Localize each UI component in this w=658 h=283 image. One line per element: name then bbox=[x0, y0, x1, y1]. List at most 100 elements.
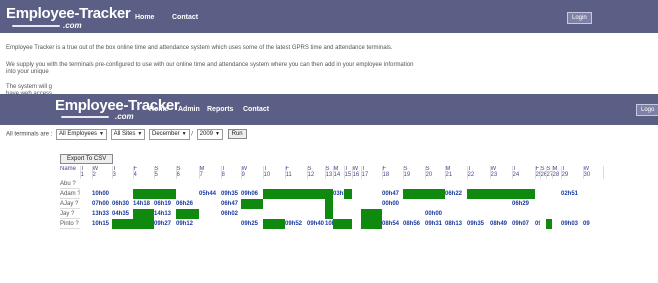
time-entry[interactable]: 05h44 bbox=[199, 189, 221, 199]
nav-contact[interactable]: Contact bbox=[243, 106, 269, 113]
run-button[interactable]: Run bbox=[227, 129, 247, 140]
time-entry[interactable]: 06h29 bbox=[512, 199, 535, 209]
nav-reports[interactable]: Reports bbox=[207, 106, 233, 113]
day-header: W 16 bbox=[352, 166, 362, 179]
day-cell bbox=[467, 199, 490, 209]
day-cell bbox=[199, 209, 221, 219]
time-entry[interactable]: 10h15 bbox=[92, 219, 112, 229]
sites-select[interactable]: All Sites ▼ bbox=[110, 129, 146, 140]
day-number: 11 bbox=[285, 172, 292, 178]
day-number: 5 bbox=[154, 172, 158, 178]
time-entry[interactable]: 00h00 bbox=[425, 209, 445, 219]
time-entry[interactable]: 09h31 bbox=[425, 219, 445, 229]
employee-name[interactable]: Abu ? bbox=[60, 179, 80, 189]
day-cell bbox=[490, 209, 512, 219]
time-entry[interactable]: 02h51 bbox=[561, 189, 583, 199]
day-cell bbox=[80, 219, 92, 229]
time-entry[interactable]: 00h00 bbox=[382, 199, 403, 209]
day-cell bbox=[512, 179, 535, 189]
background-nav-home[interactable]: Home bbox=[135, 14, 154, 21]
time-entry[interactable]: 10h01 bbox=[325, 219, 333, 229]
employee-name[interactable]: Pinto ? bbox=[60, 218, 80, 229]
day-header: W2 bbox=[92, 166, 113, 179]
logo-swoosh-icon bbox=[61, 116, 109, 118]
time-entry[interactable]: 14h13 bbox=[154, 209, 176, 219]
time-entry[interactable]: 09h35 bbox=[467, 219, 490, 229]
time-entry[interactable]: 09h07 bbox=[512, 219, 535, 229]
day-header: S6 bbox=[176, 166, 200, 179]
day-header: T 15 bbox=[344, 166, 353, 179]
day-cell bbox=[382, 179, 403, 189]
time-entry[interactable]: 07h00 bbox=[92, 199, 112, 209]
time-entry[interactable]: 08h49 bbox=[490, 219, 512, 229]
main-logo-suffix: .com bbox=[115, 112, 134, 121]
employee-name[interactable]: Adam ? bbox=[60, 188, 80, 199]
login-button[interactable]: Login bbox=[567, 12, 592, 24]
day-cell bbox=[285, 179, 307, 189]
nav-home[interactable]: Home bbox=[149, 106, 168, 113]
time-entry[interactable]: 09h35 bbox=[221, 189, 241, 199]
time-entry[interactable]: 09h25 bbox=[241, 219, 263, 229]
day-cell bbox=[199, 219, 221, 229]
time-entry[interactable]: 06h30 bbox=[112, 199, 133, 209]
time-entry[interactable]: 06h47 bbox=[221, 199, 241, 209]
employee-name[interactable]: Jay ? bbox=[60, 208, 80, 219]
calendar-header-row: Name T 1 W 2 T 3 F 4 S 5 S 6 M 7 T 8 W 9 T 10 F 11 S 12 S 13 M 14 T 1… bbox=[60, 166, 604, 179]
time-entry[interactable]: 09h27 bbox=[154, 219, 176, 229]
present-block bbox=[467, 188, 535, 199]
present-block bbox=[263, 188, 333, 199]
time-entry[interactable]: 09 bbox=[583, 219, 603, 229]
day-number: 26 bbox=[540, 172, 546, 178]
time-entry[interactable]: 06h02 bbox=[221, 209, 241, 219]
day-cell bbox=[154, 179, 176, 189]
time-entry[interactable]: 10h00 bbox=[92, 189, 133, 199]
time-entry[interactable]: 09h06 bbox=[241, 189, 263, 199]
time-entry[interactable]: 06h22 bbox=[445, 189, 467, 199]
time-entry[interactable]: 09h12 bbox=[176, 219, 199, 229]
time-entry[interactable]: 08h54 bbox=[382, 219, 403, 229]
chevron-down-icon: ▼ bbox=[99, 131, 104, 137]
day-cell bbox=[221, 179, 241, 189]
sites-select-value: All Sites bbox=[113, 131, 136, 137]
day-number: 18 bbox=[382, 172, 390, 178]
nav-admin[interactable]: Admin bbox=[178, 106, 200, 113]
month-select[interactable]: December ▼ bbox=[148, 129, 190, 140]
time-entry[interactable]: 06h19 bbox=[154, 199, 176, 209]
background-nav-contact[interactable]: Contact bbox=[172, 14, 198, 21]
day-number: 17 bbox=[361, 172, 369, 178]
employees-select[interactable]: All Employees ▼ bbox=[56, 129, 107, 140]
day-cell bbox=[92, 179, 112, 189]
day-cell bbox=[352, 209, 361, 219]
time-entry[interactable]: 04h35 bbox=[112, 209, 133, 219]
background-logo[interactable]: Employee-Tracker .com bbox=[6, 5, 131, 30]
day-cell bbox=[307, 209, 325, 219]
day-number: 3 bbox=[112, 172, 116, 178]
logout-button[interactable]: Logo bbox=[636, 104, 658, 116]
time-entry[interactable]: 03h30 bbox=[333, 189, 344, 199]
day-cell bbox=[263, 199, 285, 209]
time-entry[interactable]: 13h33 bbox=[92, 209, 112, 219]
day-cell bbox=[552, 189, 561, 199]
day-number: 10 bbox=[263, 172, 271, 178]
time-entry[interactable]: 08h56 bbox=[403, 219, 425, 229]
day-header: W 23 bbox=[490, 166, 513, 179]
employee-name[interactable]: AJay ? bbox=[60, 198, 80, 209]
day-cell bbox=[80, 209, 92, 219]
time-entry[interactable]: 09h40 bbox=[307, 219, 325, 229]
day-number: 25 bbox=[535, 172, 540, 178]
time-entry[interactable]: 14h18 bbox=[133, 199, 154, 209]
time-entry[interactable]: 06h26 bbox=[176, 199, 199, 209]
time-entry[interactable]: 09h03 bbox=[561, 219, 583, 229]
day-cell bbox=[241, 209, 263, 219]
day-cell bbox=[361, 199, 382, 209]
day-cell bbox=[467, 179, 490, 189]
export-csv-button[interactable]: Export To CSV bbox=[60, 154, 114, 164]
time-entry[interactable]: 09h52 bbox=[285, 219, 307, 229]
year-select[interactable]: 2009 ▼ bbox=[196, 129, 223, 140]
time-entry[interactable]: 08h13 bbox=[445, 219, 467, 229]
day-cell bbox=[583, 179, 603, 189]
day-header: F 18 bbox=[382, 166, 404, 179]
time-entry[interactable]: 00h47 bbox=[382, 189, 403, 199]
day-cell bbox=[112, 179, 133, 189]
day-cell bbox=[333, 179, 344, 189]
